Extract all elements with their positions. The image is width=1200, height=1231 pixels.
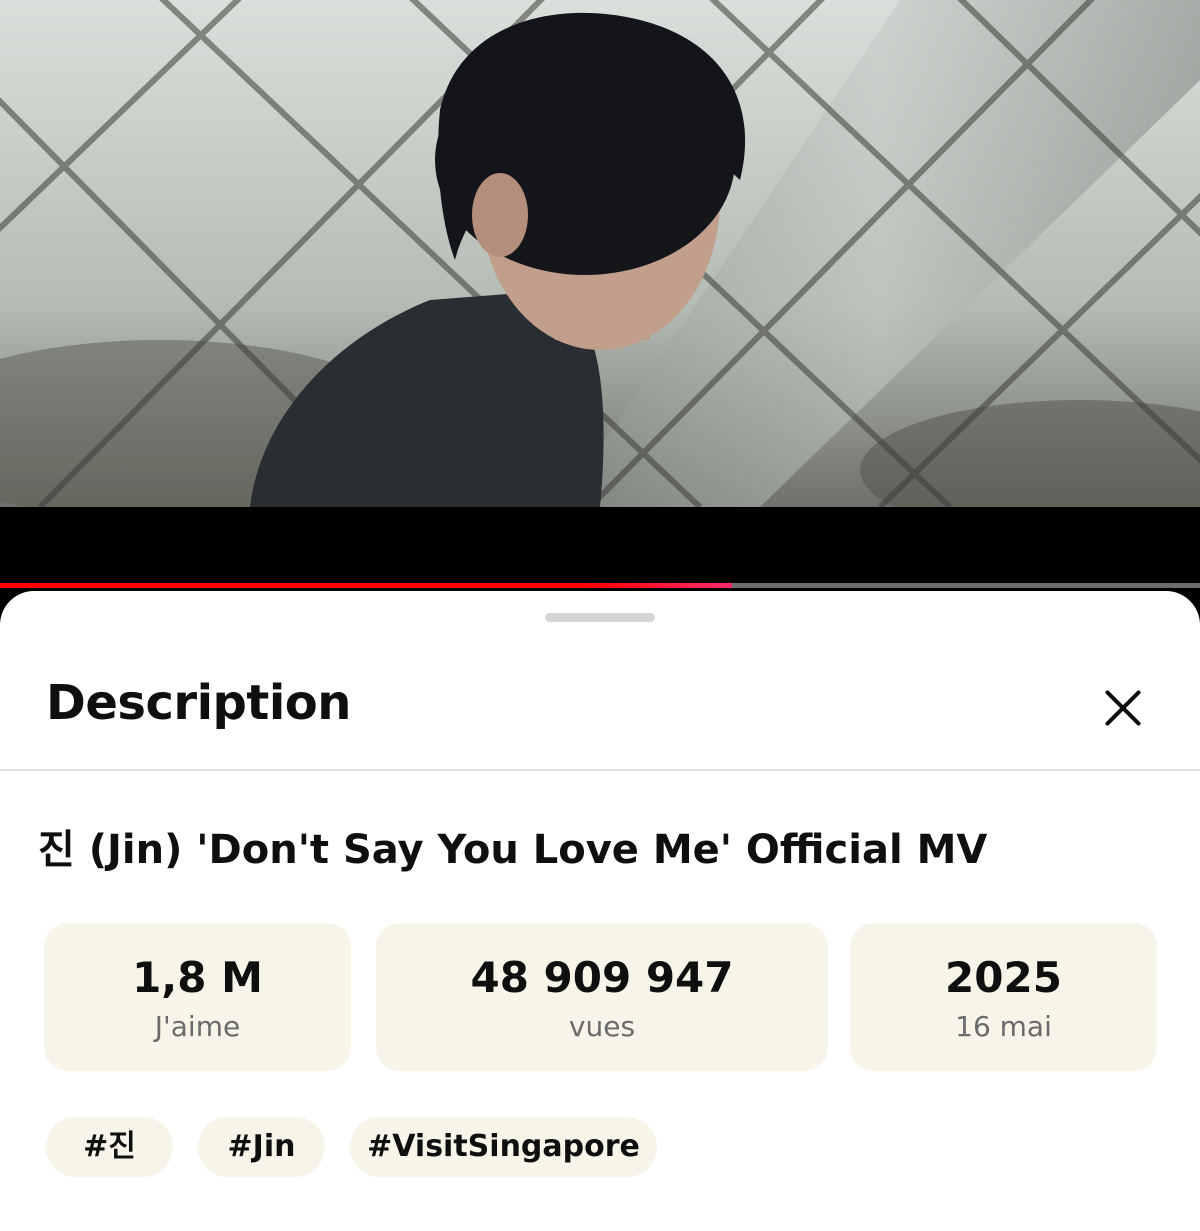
hashtag-chip[interactable]: #Jin [198, 1117, 325, 1177]
video-player[interactable] [0, 0, 1200, 507]
publish-date: 16 mai [955, 1010, 1052, 1043]
video-title: 진 (Jin) 'Don't Say You Love Me' Official… [38, 827, 988, 873]
sheet-heading: Description [46, 675, 351, 731]
video-letterbox [0, 507, 1200, 585]
close-icon[interactable] [1092, 677, 1154, 739]
hashtag-chip[interactable]: #VisitSingapore [350, 1117, 657, 1177]
drag-handle[interactable] [545, 613, 655, 622]
progress-fill [0, 583, 732, 588]
likes-label: J'aime [154, 1010, 241, 1043]
views-count: 48 909 947 [470, 953, 734, 1002]
likes-stat: 1,8 M J'aime [44, 923, 351, 1071]
likes-count: 1,8 M [132, 953, 263, 1002]
publish-year: 2025 [945, 953, 1062, 1002]
divider [0, 769, 1200, 771]
description-sheet: Description 진 (Jin) 'Don't Say You Love … [0, 591, 1200, 1231]
progress-bar[interactable] [0, 583, 1200, 588]
video-frame-image [0, 0, 1200, 507]
hashtag-chip[interactable]: #진 [46, 1117, 173, 1177]
views-label: vues [568, 1010, 636, 1043]
views-stat: 48 909 947 vues [376, 923, 828, 1071]
date-stat: 2025 16 mai [850, 923, 1157, 1071]
